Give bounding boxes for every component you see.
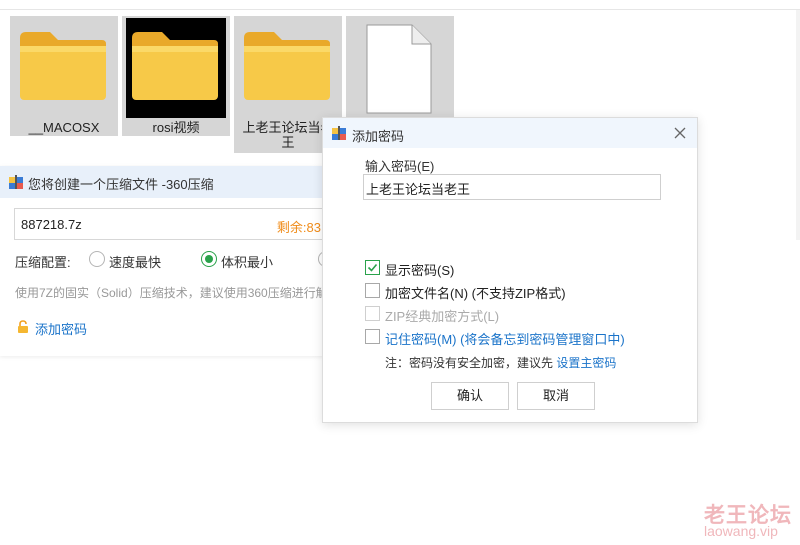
encrypt-filenames-checkbox[interactable] [365,283,380,298]
folder-icon [132,32,218,100]
remaining-space: 剩余:83 [276,220,321,235]
remember-password-checkbox[interactable] [365,329,380,344]
radio-smallest[interactable] [201,251,217,267]
show-password-label: 显示密码(S) [385,263,455,278]
file-name: rosi视频 [152,120,200,135]
cancel-button[interactable]: 取消 [517,382,595,410]
zip-classic-checkbox [365,306,380,321]
compress-window-title: 您将创建一个压缩文件 -360压缩 [28,177,214,192]
watermark-url: laowang.vip [704,523,778,539]
radio-fastest[interactable] [89,251,105,267]
note-text: 注：密码没有安全加密，建议先 [385,356,554,370]
top-divider [0,9,800,10]
security-note: 注：密码没有安全加密，建议先 设置主密码 [385,354,616,371]
file-tile-macosx[interactable]: __MACOSX [10,16,118,136]
compress-window: 您将创建一个压缩文件 -360压缩 887218.7z 剩余:83 压缩配置: … [0,166,334,356]
ok-button[interactable]: 确认 [431,382,509,410]
file-tile-rosi[interactable]: rosi视频 [122,16,230,136]
dialog-titlebar: 添加密码 [323,118,697,148]
close-icon[interactable] [671,124,689,142]
encrypt-filenames-label: 加密文件名(N) (不支持ZIP格式) [385,286,566,301]
set-master-password-link[interactable]: 设置主密码 [556,356,616,370]
compress-window-titlebar: 您将创建一个压缩文件 -360压缩 [0,166,325,198]
scrollbar[interactable] [796,10,800,240]
add-password-dialog: 添加密码 输入密码(E) 上老王论坛当老王 显示密码(S) 加密文件名(N) (… [322,117,698,423]
option-fastest-label: 速度最快 [109,255,162,270]
add-password-label: 添加密码 [35,322,88,337]
zip-classic-label: ZIP经典加密方式(L) [385,309,500,324]
config-label: 压缩配置: [15,255,71,270]
file-name: __MACOSX [28,120,100,135]
remember-password-label[interactable]: 记住密码(M) (将会备忘到密码管理窗口中) [385,329,625,348]
archive-filename: 887218.7z [21,217,82,232]
check-icon [367,263,378,272]
dialog-title: 添加密码 [352,129,405,144]
add-password-link[interactable]: 添加密码 [17,319,87,338]
folder-icon [20,32,106,100]
lock-icon [18,320,28,333]
password-label: 输入密码(E) [365,159,435,174]
file-tile-document[interactable] [346,16,454,126]
folder-icon [244,32,330,100]
archive-filename-field[interactable]: 887218.7z 剩余:83 [14,208,325,240]
archive-icon [9,175,23,189]
password-input[interactable]: 上老王论坛当老王 [363,174,661,200]
option-smallest-label: 体积最小 [221,255,274,270]
compression-description: 使用7Z的固实（Solid）压缩技术，建议使用360压缩进行解压 [15,286,325,300]
document-icon [366,24,432,114]
archive-icon [332,126,346,140]
show-password-checkbox[interactable] [365,260,380,275]
